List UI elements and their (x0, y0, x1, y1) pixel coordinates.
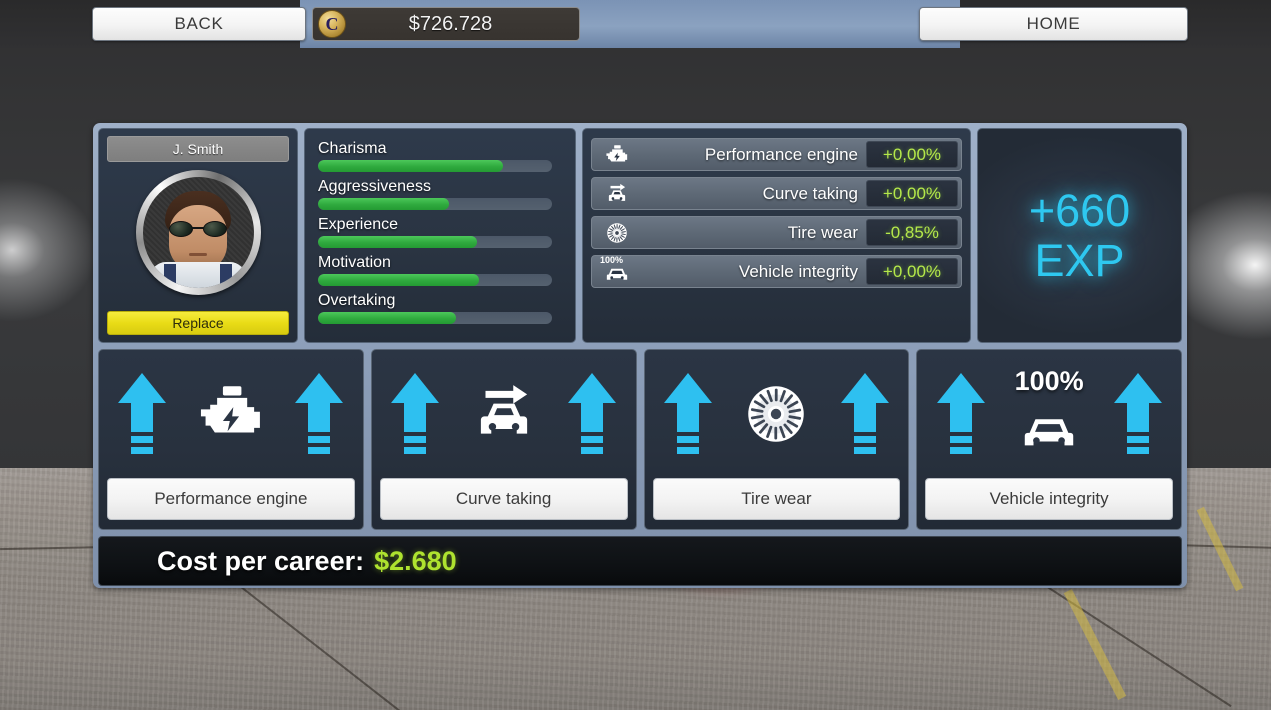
tire-icon (600, 219, 634, 247)
sunglass-lens (203, 221, 227, 237)
exp-amount: +660 (1028, 184, 1131, 236)
upgrade-card-icons (645, 350, 909, 478)
sunglass-lens (169, 221, 193, 237)
replace-button-label: Replace (172, 315, 224, 331)
upgrade-card[interactable]: Tire wear (643, 349, 910, 530)
upgrade-arrow-icon[interactable] (663, 373, 712, 455)
upgrade-cards-row: Performance engine Curve taking Tire wear 1… (98, 349, 1182, 530)
avatar (135, 170, 261, 295)
integrity-badge: 100% (600, 254, 624, 265)
attribute-row: Overtaking (318, 292, 562, 324)
stat-row: 100% Vehicle integrity +0,00% (591, 255, 962, 288)
upper-row: J. Smith Replace Charisma Aggressiveness… (98, 128, 1182, 343)
upgrade-arrow-icon[interactable] (936, 373, 985, 455)
stat-value: -0,85% (866, 219, 958, 246)
upgrade-card-label[interactable]: Tire wear (652, 478, 901, 520)
attribute-bar-track (318, 236, 552, 248)
upgrade-card-label[interactable]: Curve taking (379, 478, 628, 520)
stat-row: Performance engine +0,00% (591, 138, 962, 171)
portrait-sunglasses (169, 221, 227, 237)
attribute-bar-fill (318, 312, 457, 324)
upgrade-card[interactable]: Performance engine (98, 349, 364, 530)
attribute-label: Overtaking (318, 292, 396, 309)
upgrade-arrow-icon[interactable] (295, 373, 344, 455)
attribute-label: Experience (318, 216, 399, 233)
curve-taking-icon (600, 180, 634, 208)
attribute-bar-track (318, 312, 552, 324)
upgrade-arrow-icon[interactable] (840, 373, 889, 455)
attribute-bar-track (318, 160, 552, 172)
attribute-row: Experience (318, 216, 562, 248)
stat-label: Curve taking (762, 183, 858, 203)
upgrade-arrow-icon[interactable] (391, 373, 440, 455)
performance-stats-panel: Performance engine +0,00% Curve taking +0,0… (582, 128, 971, 343)
back-button-label: BACK (174, 14, 224, 33)
upgrade-card-icons: 100% (917, 350, 1181, 478)
sunglass-bridge (192, 227, 204, 229)
upgrade-card-icons (99, 350, 363, 478)
stat-row: Curve taking +0,00% (591, 177, 962, 210)
exp-reward-panel: +660 EXP (977, 128, 1182, 343)
collar-stripe (220, 264, 232, 288)
attribute-label: Charisma (318, 140, 387, 157)
attribute-label: Aggressiveness (318, 178, 431, 195)
upgrade-arrow-icon[interactable] (1113, 373, 1162, 455)
money-display: C $726.728 (312, 7, 580, 41)
top-bar: BACK C $726.728 HOME (0, 0, 1271, 48)
back-button[interactable]: BACK (92, 7, 306, 41)
driver-attributes-panel: Charisma Aggressiveness Experience Motivati… (304, 128, 576, 343)
attribute-bar-fill (318, 236, 478, 248)
portrait-mouth (189, 253, 207, 256)
attribute-bar-fill (318, 198, 450, 210)
engine-icon (600, 141, 634, 169)
attribute-label: Motivation (318, 254, 391, 271)
money-amount: $726.728 (408, 12, 493, 35)
stat-value: +0,00% (866, 258, 958, 285)
cost-label: Cost per career: (157, 545, 365, 576)
avatar-portrait (142, 177, 254, 288)
main-panel-frame: J. Smith Replace Charisma Aggressiveness… (93, 123, 1187, 588)
vehicle-integrity-icon: 100% (995, 366, 1103, 460)
home-button-label: HOME (1026, 14, 1081, 33)
engine-icon (177, 368, 285, 460)
portrait-collar (150, 262, 246, 288)
attribute-bar-track (318, 198, 552, 210)
driver-card: J. Smith Replace (98, 128, 298, 343)
attribute-bar-track (318, 274, 552, 286)
upgrade-card-label[interactable]: Performance engine (107, 478, 355, 520)
cost-bar: Cost per career: $2.680 (98, 536, 1182, 586)
attribute-bar-fill (318, 160, 503, 172)
stat-value: +0,00% (866, 180, 958, 207)
upgrade-card[interactable]: 100% Vehicle integrity (916, 349, 1182, 530)
attribute-row: Charisma (318, 140, 562, 172)
vehicle-integrity-icon: 100% (600, 254, 634, 286)
home-button[interactable]: HOME (919, 7, 1188, 41)
stat-row: Tire wear -0,85% (591, 216, 962, 249)
tire-icon (722, 368, 830, 460)
attribute-row: Motivation (318, 254, 562, 286)
cost-value: $2.680 (374, 545, 457, 576)
coin-icon: C (318, 10, 346, 38)
upgrade-card-label[interactable]: Vehicle integrity (925, 478, 1173, 520)
upgrade-arrow-icon[interactable] (568, 373, 617, 455)
collar-stripe (164, 264, 176, 288)
stat-label: Performance engine (704, 144, 858, 164)
integrity-percent-badge: 100% (1014, 366, 1084, 396)
upgrade-arrow-icon[interactable] (118, 373, 167, 455)
replace-driver-button[interactable]: Replace (107, 311, 289, 335)
upgrade-card[interactable]: Curve taking (370, 349, 637, 530)
stat-value: +0,00% (866, 141, 958, 168)
attribute-row: Aggressiveness (318, 178, 562, 210)
curve-taking-icon (450, 368, 558, 460)
driver-name-plate: J. Smith (107, 136, 289, 162)
stat-label: Vehicle integrity (738, 261, 858, 281)
upgrade-card-icons (372, 350, 636, 478)
attribute-bar-fill (318, 274, 480, 286)
stat-label: Tire wear (787, 222, 858, 242)
exp-unit: EXP (1034, 234, 1125, 286)
